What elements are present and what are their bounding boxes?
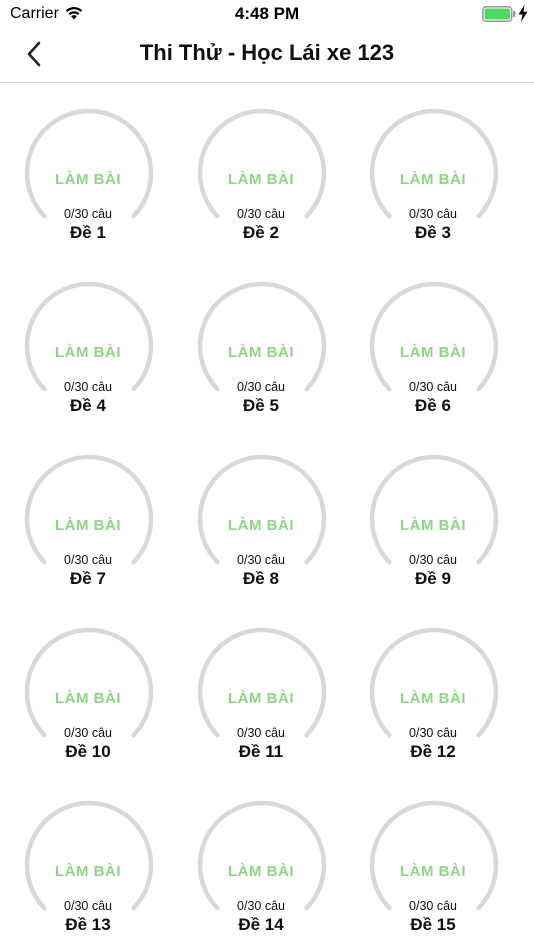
page-title: Thi Thử - Học Lái xe 123 [139, 40, 395, 65]
start-exam-button[interactable]: LÀM BÀI [347, 690, 519, 707]
start-exam-button[interactable]: LÀM BÀI [2, 171, 174, 188]
start-exam-button[interactable]: LÀM BÀI [175, 344, 347, 361]
start-exam-button[interactable]: LÀM BÀI [175, 690, 347, 707]
start-exam-button[interactable]: LÀM BÀI [175, 517, 347, 534]
exam-tile[interactable]: LÀM BÀI 0/30 câu Đề 3 [347, 84, 519, 256]
start-exam-button[interactable]: LÀM BÀI [175, 863, 347, 880]
progress-label: 0/30 câu [409, 380, 457, 394]
exam-tile[interactable]: LÀM BÀI 0/30 câu Đề 7 [2, 430, 174, 602]
exam-tile[interactable]: LÀM BÀI 0/30 câu Đề 1 [2, 84, 174, 256]
exam-tile[interactable]: LÀM BÀI 0/30 câu Đề 12 [347, 603, 519, 775]
progress-label: 0/30 câu [64, 553, 112, 567]
progress-label: 0/30 câu [64, 207, 112, 221]
start-exam-button[interactable]: LÀM BÀI [2, 690, 174, 707]
exam-name: Đề 10 [65, 742, 111, 761]
progress-label: 0/30 câu [409, 726, 457, 740]
exam-name: Đề 11 [238, 742, 284, 761]
exam-name: Đề 15 [410, 915, 456, 934]
progress-label: 0/30 câu [237, 380, 285, 394]
start-exam-button[interactable]: LÀM BÀI [175, 171, 347, 188]
exam-name: Đề 14 [238, 915, 284, 934]
exam-name: Đề 9 [415, 569, 451, 588]
status-bar: Carrier 4:48 PM [0, 0, 534, 28]
start-exam-button[interactable]: LÀM BÀI [2, 344, 174, 361]
exam-name: Đề 7 [70, 569, 106, 588]
exam-tile[interactable]: LÀM BÀI 0/30 câu Đề 2 [175, 84, 347, 256]
exam-tile[interactable]: LÀM BÀI 0/30 câu Đề 9 [347, 430, 519, 602]
exam-name: Đề 3 [415, 223, 451, 242]
battery-icon [482, 6, 516, 22]
progress-label: 0/30 câu [237, 207, 285, 221]
progress-label: 0/30 câu [409, 553, 457, 567]
exam-name: Đề 8 [243, 569, 279, 588]
exam-tile[interactable]: LÀM BÀI 0/30 câu Đề 13 [2, 776, 174, 948]
progress-label: 0/30 câu [237, 899, 285, 913]
exam-tile[interactable]: LÀM BÀI 0/30 câu Đề 14 [175, 776, 347, 948]
clock: 4:48 PM [234, 4, 300, 23]
navigation-bar: Thi Thử - Học Lái xe 123 [0, 28, 534, 83]
exam-name: Đề 2 [243, 223, 279, 242]
progress-label: 0/30 câu [64, 899, 112, 913]
exam-tile[interactable]: LÀM BÀI 0/30 câu Đề 6 [347, 257, 519, 429]
exam-name: Đề 1 [70, 223, 106, 242]
exam-tile[interactable]: LÀM BÀI 0/30 câu Đề 4 [2, 257, 174, 429]
exam-tile[interactable]: LÀM BÀI 0/30 câu Đề 15 [347, 776, 519, 948]
progress-label: 0/30 câu [409, 899, 457, 913]
exam-tile[interactable]: LÀM BÀI 0/30 câu Đề 11 [175, 603, 347, 775]
bolt-icon [518, 5, 528, 22]
exam-name: Đề 13 [65, 915, 111, 934]
start-exam-button[interactable]: LÀM BÀI [2, 517, 174, 534]
exam-tile[interactable]: LÀM BÀI 0/30 câu Đề 5 [175, 257, 347, 429]
exam-name: Đề 5 [243, 396, 279, 415]
progress-label: 0/30 câu [237, 553, 285, 567]
start-exam-button[interactable]: LÀM BÀI [347, 517, 519, 534]
start-exam-button[interactable]: LÀM BÀI [347, 863, 519, 880]
progress-label: 0/30 câu [64, 380, 112, 394]
progress-label: 0/30 câu [64, 726, 112, 740]
exam-name: Đề 4 [70, 396, 106, 415]
screen: Carrier 4:48 PM Thi Thử - Học Lái xe 123… [0, 0, 534, 950]
exam-tile[interactable]: LÀM BÀI 0/30 câu Đề 10 [2, 603, 174, 775]
exam-name: Đề 12 [410, 742, 456, 761]
exam-tile[interactable]: LÀM BÀI 0/30 câu Đề 8 [175, 430, 347, 602]
start-exam-button[interactable]: LÀM BÀI [347, 171, 519, 188]
start-exam-button[interactable]: LÀM BÀI [2, 863, 174, 880]
progress-label: 0/30 câu [237, 726, 285, 740]
progress-label: 0/30 câu [409, 207, 457, 221]
exam-name: Đề 6 [415, 396, 451, 415]
start-exam-button[interactable]: LÀM BÀI [347, 344, 519, 361]
